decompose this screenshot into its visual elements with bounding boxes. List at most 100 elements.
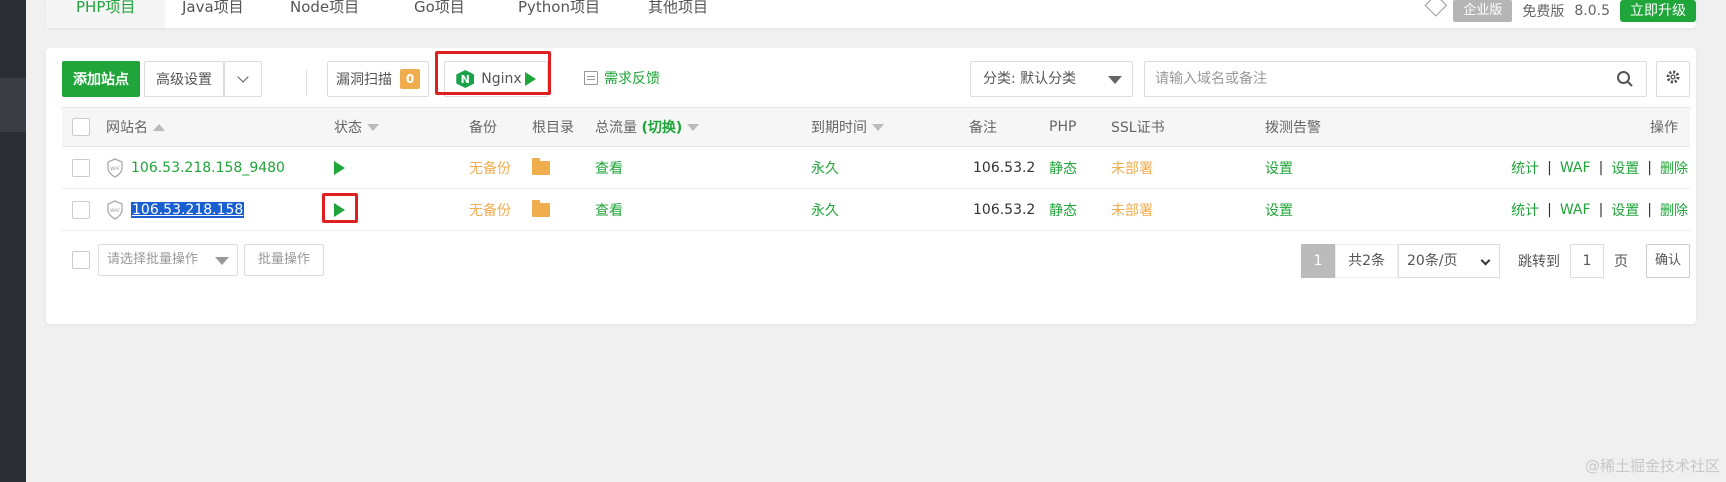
separator: | bbox=[1547, 159, 1552, 176]
tab-go[interactable]: Go项目 bbox=[414, 0, 465, 28]
php-version-link[interactable]: 静态 bbox=[1049, 189, 1077, 230]
enterprise-badge[interactable]: 企业版 bbox=[1453, 0, 1513, 22]
footer-select-all-checkbox[interactable] bbox=[72, 251, 90, 269]
feedback-label: 需求反馈 bbox=[604, 71, 660, 87]
feedback-link[interactable]: 需求反馈 bbox=[584, 68, 660, 88]
batch-operation-button[interactable]: 批量操作 bbox=[244, 244, 324, 276]
page-unit-label: 页 bbox=[1614, 254, 1628, 270]
backup-link[interactable]: 无备份 bbox=[469, 147, 511, 188]
search-icon[interactable] bbox=[1616, 70, 1634, 88]
expire-link[interactable]: 永久 bbox=[811, 189, 839, 230]
vuln-scan-button[interactable]: 漏洞扫描 0 bbox=[327, 61, 429, 97]
jump-label: 跳转到 bbox=[1518, 254, 1560, 270]
sort-desc-icon bbox=[367, 123, 379, 131]
waf-shield-icon: WAF bbox=[106, 158, 123, 178]
total-count: 共2条 bbox=[1335, 244, 1398, 278]
advanced-settings-button[interactable]: 高级设置 bbox=[144, 61, 224, 97]
advanced-dropdown-button[interactable] bbox=[224, 61, 262, 97]
folder-icon[interactable] bbox=[532, 199, 550, 217]
tab-php[interactable]: PHP项目 bbox=[46, 0, 166, 28]
page-size-select[interactable]: 20条/页 bbox=[1398, 244, 1500, 278]
site-table: 网站名 状态 备份 根目录 总流量 (切换) 到期时间 备注 PHP SSL证书… bbox=[62, 107, 1690, 231]
confirm-button[interactable]: 确认 bbox=[1646, 244, 1690, 278]
waf-link[interactable]: WAF bbox=[1560, 202, 1591, 218]
separator: | bbox=[1547, 201, 1552, 218]
free-edition-label: 免费版 bbox=[1522, 4, 1565, 20]
site-name-link[interactable]: 106.53.218.158 bbox=[131, 201, 245, 218]
delete-link[interactable]: 删除 bbox=[1660, 158, 1688, 178]
version-label: 8.0.5 bbox=[1574, 3, 1610, 19]
col-actions: 操作 bbox=[1650, 120, 1678, 136]
tab-node[interactable]: Node项目 bbox=[290, 0, 359, 28]
col-ssl: SSL证书 bbox=[1111, 120, 1165, 136]
sidebar-strip bbox=[0, 0, 26, 482]
ssl-link[interactable]: 未部署 bbox=[1111, 147, 1153, 188]
delete-link[interactable]: 删除 bbox=[1660, 200, 1688, 220]
col-expire[interactable]: 到期时间 bbox=[811, 108, 884, 146]
settings-link[interactable]: 设置 bbox=[1611, 200, 1639, 220]
sort-desc-icon bbox=[872, 123, 884, 131]
tab-other[interactable]: 其他项目 bbox=[648, 0, 708, 28]
waf-link[interactable]: WAF bbox=[1560, 160, 1591, 176]
stats-link[interactable]: 统计 bbox=[1511, 158, 1539, 178]
separator: | bbox=[1647, 159, 1652, 176]
search-box bbox=[1144, 61, 1647, 97]
caret-down-icon bbox=[215, 257, 229, 265]
separator: | bbox=[1598, 159, 1604, 176]
col-php: PHP bbox=[1049, 119, 1077, 135]
sort-asc-icon bbox=[153, 123, 165, 131]
page-number-current[interactable]: 1 bbox=[1301, 244, 1336, 278]
search-input[interactable] bbox=[1145, 62, 1585, 96]
svg-text:WAF: WAF bbox=[110, 208, 120, 214]
col-probe: 拨测告警 bbox=[1265, 120, 1321, 136]
diamond-icon bbox=[1421, 3, 1443, 19]
jump-page-input[interactable]: 1 bbox=[1570, 244, 1604, 278]
backup-link[interactable]: 无备份 bbox=[469, 189, 511, 230]
col-status[interactable]: 状态 bbox=[334, 108, 379, 146]
upgrade-button[interactable]: 立即升级 bbox=[1620, 0, 1696, 22]
folder-icon[interactable] bbox=[532, 157, 550, 175]
chevron-down-icon bbox=[1480, 255, 1491, 266]
table-row: WAF 106.53.218.158 无备份 查看 永久 106.53.2 静态… bbox=[62, 189, 1690, 231]
col-backup: 备份 bbox=[469, 120, 497, 136]
project-tabs-bar: PHP项目 Java项目 Node项目 Go项目 Python项目 其他项目 企… bbox=[46, 0, 1696, 28]
settings-link[interactable]: 设置 bbox=[1611, 158, 1639, 178]
traffic-toggle-link[interactable]: (切换) bbox=[641, 117, 682, 137]
php-version-link[interactable]: 静态 bbox=[1049, 147, 1077, 188]
table-header: 网站名 状态 备份 根目录 总流量 (切换) 到期时间 备注 PHP SSL证书… bbox=[62, 107, 1690, 147]
tab-java[interactable]: Java项目 bbox=[182, 0, 244, 28]
add-site-button[interactable]: 添加站点 bbox=[62, 61, 140, 97]
table-footer: 请选择批量操作 批量操作 1 共2条 20条/页 跳转到 1 页 确认 bbox=[62, 244, 1690, 278]
watermark: @稀土掘金技术社区 bbox=[1584, 457, 1720, 475]
batch-operation-select[interactable]: 请选择批量操作 bbox=[98, 244, 238, 276]
select-all-checkbox[interactable] bbox=[72, 118, 90, 136]
vuln-count-badge: 0 bbox=[400, 69, 420, 89]
traffic-view-link[interactable]: 查看 bbox=[595, 189, 623, 230]
note-text[interactable]: 106.53.2 bbox=[973, 147, 1035, 188]
tab-python[interactable]: Python项目 bbox=[518, 0, 600, 28]
settings-button[interactable] bbox=[1656, 61, 1690, 97]
stats-link[interactable]: 统计 bbox=[1511, 200, 1539, 220]
row-checkbox[interactable] bbox=[72, 158, 90, 177]
sort-desc-icon bbox=[687, 123, 700, 131]
probe-settings-link[interactable]: 设置 bbox=[1265, 189, 1293, 230]
site-list-panel: 添加站点 高级设置 漏洞扫描 0 N Nginx 需求反馈 分类: 默认分类 网… bbox=[46, 48, 1696, 324]
col-name[interactable]: 网站名 bbox=[106, 108, 165, 146]
waf-shield-icon: WAF bbox=[106, 200, 123, 220]
edition-area: 企业版 免费版 8.0.5 立即升级 bbox=[1421, 0, 1696, 28]
category-select[interactable]: 分类: 默认分类 bbox=[970, 61, 1133, 97]
ssl-link[interactable]: 未部署 bbox=[1111, 189, 1153, 230]
col-traffic[interactable]: 总流量 (切换) bbox=[595, 108, 700, 146]
site-name-link[interactable]: 106.53.218.158_9480 bbox=[131, 160, 285, 176]
pagination: 1 共2条 20条/页 跳转到 1 页 确认 bbox=[1301, 244, 1690, 278]
probe-settings-link[interactable]: 设置 bbox=[1265, 147, 1293, 188]
table-row: WAF 106.53.218.158_9480 无备份 查看 永久 106.53… bbox=[62, 147, 1690, 189]
batch-placeholder: 请选择批量操作 bbox=[107, 252, 199, 267]
note-text[interactable]: 106.53.2 bbox=[973, 189, 1035, 230]
row-checkbox[interactable] bbox=[72, 200, 90, 219]
play-icon[interactable] bbox=[334, 160, 345, 175]
svg-text:WAF: WAF bbox=[110, 166, 120, 172]
expire-link[interactable]: 永久 bbox=[811, 147, 839, 188]
traffic-view-link[interactable]: 查看 bbox=[595, 147, 623, 188]
highlight-box-status bbox=[322, 193, 358, 223]
